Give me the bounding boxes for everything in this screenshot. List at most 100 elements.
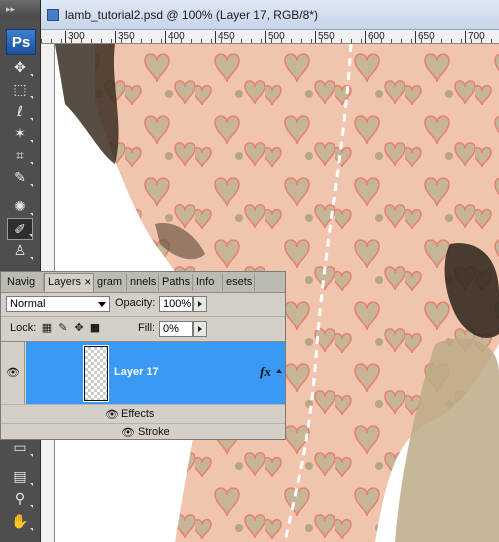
horizontal-ruler[interactable]: 300 350 400 450 500 550 600 650 700 bbox=[41, 30, 499, 44]
tab-navig[interactable]: Navig bbox=[4, 274, 44, 291]
crop-tool-icon[interactable]: ⌗ bbox=[7, 145, 33, 167]
ruler-tick bbox=[171, 39, 172, 43]
eye-icon[interactable]: 👁 bbox=[6, 368, 20, 379]
ruler-tick bbox=[91, 39, 92, 43]
stroke-eye-icon[interactable]: 👁 bbox=[121, 428, 135, 439]
magic-wand-tool-icon[interactable]: ✶ bbox=[7, 123, 33, 145]
ruler-tick bbox=[141, 39, 142, 43]
tab-paths[interactable]: Paths bbox=[159, 274, 193, 291]
tab-label: gram bbox=[97, 276, 123, 288]
eyedropper-tool-icon[interactable]: ✎ bbox=[7, 167, 33, 189]
lock-all-icon[interactable]: ■ bbox=[89, 322, 101, 334]
clone-stamp-tool-icon[interactable]: ♙ bbox=[7, 240, 33, 262]
ruler-tick bbox=[461, 39, 462, 43]
chevron-down-icon bbox=[98, 302, 106, 307]
tab-nnels[interactable]: nnels bbox=[127, 274, 159, 291]
eyedropper2-tool-icon[interactable]: ⚲ bbox=[7, 488, 33, 510]
tab-label: Layers bbox=[48, 276, 82, 288]
ruler-tick bbox=[431, 39, 432, 43]
effects-toggle-icon[interactable] bbox=[276, 369, 282, 373]
ruler-tick bbox=[311, 39, 312, 43]
ruler-tick bbox=[291, 39, 292, 43]
ruler-tick bbox=[361, 39, 362, 43]
ruler-tick bbox=[321, 39, 322, 43]
ruler-tick bbox=[161, 39, 162, 43]
move-tool-icon[interactable]: ✥ bbox=[7, 57, 33, 79]
ruler-tick bbox=[121, 39, 122, 43]
selected-layer[interactable]: Layer 17 fx bbox=[26, 342, 285, 404]
notes-tool-icon[interactable]: ▤ bbox=[7, 466, 33, 488]
tab-label: Paths bbox=[162, 276, 191, 288]
ruler-tick bbox=[341, 39, 342, 43]
ruler-tick bbox=[421, 39, 422, 43]
layer-effects-icon[interactable]: fx bbox=[260, 364, 271, 380]
ruler-tick bbox=[481, 39, 482, 43]
visibility-column: 👁 bbox=[1, 342, 25, 404]
fill-label: Fill: bbox=[138, 322, 156, 334]
document-icon bbox=[47, 9, 59, 21]
ruler-tick bbox=[211, 39, 212, 43]
blend-mode-select[interactable]: Normal bbox=[6, 296, 110, 312]
ruler-tick bbox=[281, 39, 282, 43]
ruler-tick bbox=[51, 39, 52, 43]
ruler-tick bbox=[471, 39, 472, 43]
layer-thumbnail[interactable] bbox=[84, 346, 108, 401]
effects-label: Effects bbox=[121, 408, 155, 420]
tab-label: Navig bbox=[7, 276, 36, 288]
ruler-tick bbox=[41, 39, 42, 43]
ruler-tick bbox=[201, 39, 202, 43]
toolbar-grip[interactable]: ▸▸ bbox=[0, 0, 40, 18]
ruler-tick bbox=[261, 39, 262, 43]
ruler-tick bbox=[191, 39, 192, 43]
ruler-tick bbox=[441, 39, 442, 43]
tab-info[interactable]: Info bbox=[193, 274, 223, 291]
fill-input[interactable]: 0% bbox=[159, 321, 193, 337]
shape-tool-icon[interactable]: ▭ bbox=[7, 437, 33, 459]
stroke-effect-row[interactable]: 👁 Stroke bbox=[1, 423, 285, 440]
ruler-tick bbox=[371, 39, 372, 43]
lasso-tool-icon[interactable]: ℓ bbox=[7, 101, 33, 123]
tab-label: Info bbox=[196, 276, 215, 288]
layers-panel: Navig Layers ✕ gram nnels Paths Info esets Norm… bbox=[0, 271, 286, 440]
ruler-tick bbox=[131, 39, 132, 43]
tab-layers[interactable]: Layers ✕ bbox=[44, 273, 94, 292]
marquee-tool-icon[interactable]: ⬚ bbox=[7, 79, 33, 101]
healing-brush-tool-icon[interactable]: ✺ bbox=[7, 196, 33, 218]
ruler-tick bbox=[271, 39, 272, 43]
brush-tool-icon[interactable]: ✐ bbox=[7, 218, 33, 240]
ruler-tick bbox=[301, 39, 302, 43]
hand-tool-icon[interactable]: ✋ bbox=[7, 511, 33, 533]
lock-image-icon[interactable]: ✎ bbox=[57, 322, 69, 334]
ruler-tick bbox=[181, 39, 182, 43]
lock-transparency-icon[interactable]: ▦ bbox=[41, 322, 53, 334]
photoshop-logo[interactable]: Ps bbox=[6, 29, 36, 55]
document-title: lamb_tutorial2.psd @ 100% (Layer 17, RGB… bbox=[65, 8, 318, 22]
ruler-tick bbox=[111, 39, 112, 43]
ruler-tick bbox=[411, 39, 412, 43]
lock-fill-row: Lock: ▦ ✎ ✥ ■ Fill: 0% bbox=[1, 317, 285, 342]
layer-name[interactable]: Layer 17 bbox=[114, 366, 159, 378]
panel-tab-bar: Navig Layers ✕ gram nnels Paths Info esets bbox=[1, 272, 285, 293]
layer-row[interactable]: 👁 Layer 17 fx bbox=[1, 342, 285, 404]
ruler-tick bbox=[101, 39, 102, 43]
lock-position-icon[interactable]: ✥ bbox=[73, 322, 85, 334]
opacity-slider-button[interactable] bbox=[193, 296, 207, 312]
close-icon[interactable]: ✕ bbox=[84, 277, 92, 287]
effects-row[interactable]: 👁 Effects bbox=[1, 404, 285, 424]
ruler-tick bbox=[491, 39, 492, 43]
effects-eye-icon[interactable]: 👁 bbox=[105, 410, 119, 421]
ruler-tick bbox=[151, 39, 152, 43]
tab-esets[interactable]: esets bbox=[223, 274, 255, 291]
stroke-label: Stroke bbox=[138, 426, 170, 438]
ruler-tick bbox=[81, 39, 82, 43]
ruler-tick bbox=[331, 39, 332, 43]
document-title-bar: lamb_tutorial2.psd @ 100% (Layer 17, RGB… bbox=[41, 0, 499, 30]
lock-label: Lock: bbox=[10, 322, 37, 334]
ruler-tick bbox=[401, 39, 402, 43]
opacity-input[interactable]: 100% bbox=[159, 296, 193, 312]
ruler-tick bbox=[251, 39, 252, 43]
blend-mode-value: Normal bbox=[10, 298, 46, 310]
tab-gram[interactable]: gram bbox=[94, 274, 127, 291]
ruler-tick bbox=[381, 39, 382, 43]
fill-slider-button[interactable] bbox=[193, 321, 207, 337]
